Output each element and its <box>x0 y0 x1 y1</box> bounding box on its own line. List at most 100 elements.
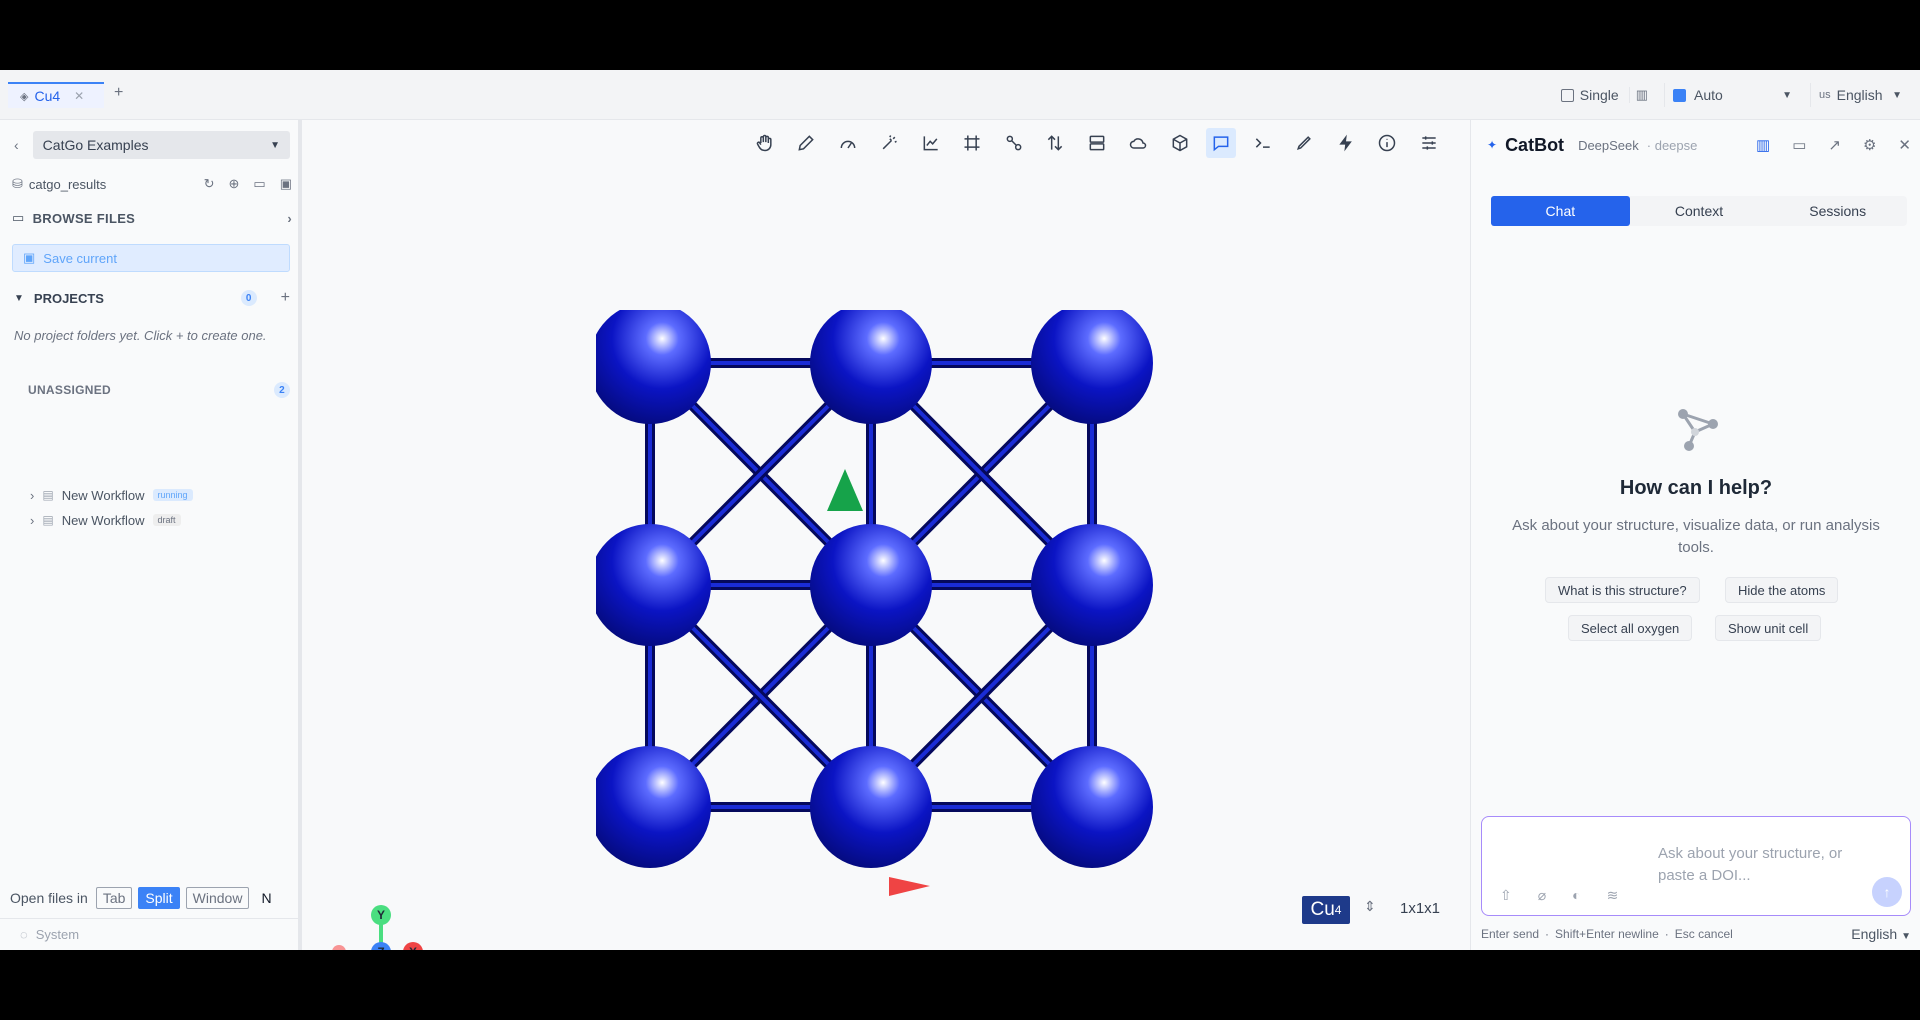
layout-icon[interactable]: ▥ <box>1628 87 1654 103</box>
structure-viewer[interactable]: Y X Z Cu4 ⇕ 1x1x1 <box>306 120 1470 950</box>
save-current-button[interactable]: ▣ Save current <box>12 244 290 272</box>
tab-chat[interactable]: Chat <box>1491 196 1630 226</box>
microphone-icon[interactable]: ◐ <box>1572 887 1580 904</box>
updown-chevron-icon[interactable]: ⇕ <box>1364 898 1376 915</box>
projects-label: PROJECTS <box>33 290 104 306</box>
formula-count: 4 <box>1334 903 1342 917</box>
cu4-structure[interactable] <box>596 310 1176 910</box>
open-files-in-row: Open files in Tab Split Window N <box>10 886 272 910</box>
cloud-icon[interactable] <box>1118 128 1160 158</box>
hand-icon[interactable] <box>744 128 786 158</box>
waveform-icon[interactable]: ≋ <box>1607 887 1619 904</box>
language-select[interactable]: us English ▼ <box>1810 83 1910 107</box>
unassigned-header[interactable]: UNASSIGNED 2 <box>28 382 290 398</box>
back-arrow-icon[interactable]: ‹ <box>14 137 19 153</box>
dock-bottom-icon[interactable]: ▭ <box>1792 136 1806 154</box>
pencil-icon[interactable] <box>786 128 828 158</box>
gear-icon[interactable]: ⚙ <box>1863 136 1876 154</box>
chat-input[interactable]: Ask about your structure, or paste a DOI… <box>1481 816 1911 916</box>
refresh-icon[interactable]: ↻ <box>204 176 215 192</box>
external-link-icon[interactable]: ↗ <box>1828 136 1841 154</box>
chevron-down-icon: ▼ <box>1901 931 1911 942</box>
workflow-item[interactable]: › ▤ New Workflow draft <box>30 511 290 529</box>
paperclip-icon[interactable]: ⌀ <box>1538 887 1546 904</box>
chart-line-icon[interactable] <box>910 128 952 158</box>
info-icon[interactable] <box>1367 128 1409 158</box>
layers-icon[interactable] <box>1076 128 1118 158</box>
chat-language-select[interactable]: English ▼ <box>1851 926 1911 942</box>
suggestion-chip[interactable]: Hide the atoms <box>1725 577 1839 603</box>
document-tab[interactable]: ◈ Cu4 ✕ <box>8 82 104 108</box>
workflow-icon: ▤ <box>42 513 54 527</box>
examples-select[interactable]: CatGo Examples ▼ <box>32 131 290 159</box>
workflow-item[interactable]: › ▤ New Workflow running <box>30 486 290 504</box>
theme-icon <box>1673 88 1686 102</box>
cube-icon[interactable] <box>1159 128 1201 158</box>
hint-cancel: Esc cancel <box>1674 927 1733 941</box>
browse-files-row[interactable]: ▭ BROWSE FILES › <box>12 208 292 228</box>
sort-icon[interactable] <box>1035 128 1077 158</box>
theme-select[interactable]: Auto ▼ <box>1664 83 1800 107</box>
unassigned-count-badge: 2 <box>274 382 290 398</box>
catbot-tabs: Chat Context Sessions <box>1491 196 1907 226</box>
save-icon[interactable]: ▣ <box>280 176 292 192</box>
split-view-icon[interactable]: ▥ <box>1756 136 1770 154</box>
open-mode-tab[interactable]: Tab <box>95 887 133 909</box>
folder-icon: ▭ <box>12 210 25 225</box>
measure-icon[interactable] <box>827 128 869 158</box>
cu-atom[interactable] <box>810 746 932 868</box>
send-button[interactable]: ↑ <box>1872 877 1902 907</box>
suggestion-chip[interactable]: Select all oxygen <box>1568 615 1693 641</box>
formula-badge[interactable]: Cu 4 <box>1302 896 1350 924</box>
lightning-icon[interactable] <box>1325 128 1367 158</box>
help-title: How can I help? <box>1619 477 1773 499</box>
open-mode-window[interactable]: Window <box>185 887 250 909</box>
add-tab-button[interactable]: + <box>114 84 123 102</box>
lattice-a-arrow <box>889 877 930 896</box>
empty-projects-text: No project folders yet. Click + to creat… <box>14 328 267 343</box>
close-tab-icon[interactable]: ✕ <box>74 89 84 103</box>
workflow-name: New Workflow <box>61 487 145 503</box>
language-label: English <box>1836 87 1883 103</box>
file-sidebar: ‹ CatGo Examples ▼ ⛁ catgo_results ↻ ⊕ ▭… <box>0 120 302 950</box>
examples-select-label: CatGo Examples <box>42 137 149 153</box>
comment-icon[interactable] <box>1206 128 1237 158</box>
catbot-logo-icon <box>1678 409 1718 451</box>
folder-icon[interactable]: ▭ <box>253 176 265 192</box>
cu-atom[interactable] <box>1031 746 1153 868</box>
projects-header[interactable]: ▼ PROJECTS 0 + <box>14 288 290 308</box>
suggestion-chip[interactable]: Show unit cell <box>1715 615 1822 641</box>
cu-atom[interactable] <box>1031 524 1153 646</box>
save-current-label: Save current <box>43 250 117 266</box>
document-tab-label: Cu4 <box>34 88 61 104</box>
database-icon: ⛁ <box>12 176 23 191</box>
open-mode-split[interactable]: Split <box>138 887 180 909</box>
axis-gizmo[interactable]: Y X Z <box>316 890 426 950</box>
cu-atom[interactable] <box>810 524 932 646</box>
sparkle-icon: ✦ <box>1487 138 1498 152</box>
save-icon: ▣ <box>23 250 36 265</box>
sliders-icon[interactable] <box>1408 128 1450 158</box>
bonds-icon[interactable] <box>993 128 1035 158</box>
tab-sessions[interactable]: Sessions <box>1768 196 1907 226</box>
terminal-icon[interactable] <box>1242 128 1284 158</box>
magic-wand-icon[interactable] <box>869 128 911 158</box>
lattice-b-arrow <box>827 469 863 511</box>
brush-icon[interactable] <box>1284 128 1326 158</box>
frame-icon[interactable] <box>952 128 994 158</box>
upload-icon[interactable]: ⇧ <box>1500 887 1512 904</box>
chevron-down-icon: ▼ <box>14 292 24 304</box>
results-folder-row[interactable]: ⛁ catgo_results ↻ ⊕ ▭ ▣ <box>12 174 292 194</box>
x-axis-label: X <box>409 945 417 950</box>
checkbox-icon <box>1560 88 1574 102</box>
system-row[interactable]: ◌ System <box>0 918 298 950</box>
add-project-button[interactable]: + <box>281 289 290 307</box>
suggestion-chip[interactable]: What is this structure? <box>1545 577 1700 603</box>
close-icon[interactable]: ✕ <box>1898 136 1911 154</box>
supercell-label[interactable]: 1x1x1 <box>1400 900 1440 917</box>
tab-context[interactable]: Context <box>1630 196 1769 226</box>
model-name[interactable]: DeepSeek <box>1578 138 1639 153</box>
new-file-icon[interactable]: ⊕ <box>229 176 240 192</box>
chat-language-label: English <box>1851 926 1898 942</box>
single-toggle[interactable]: Single <box>1560 87 1619 103</box>
